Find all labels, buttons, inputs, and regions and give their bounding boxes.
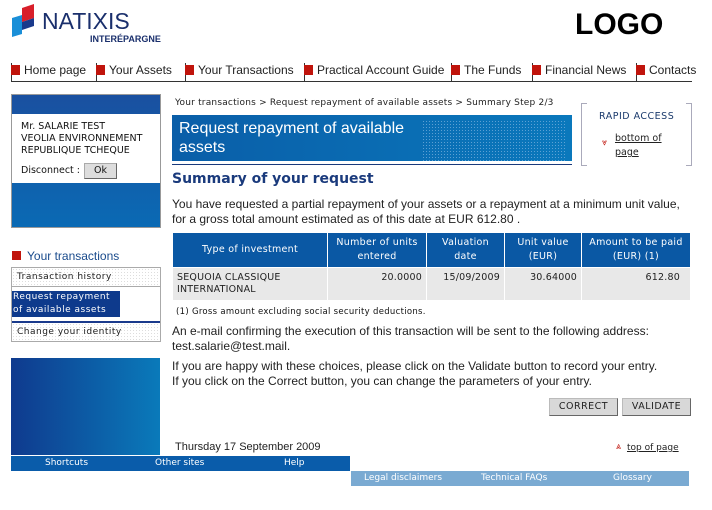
footer-link-shortcuts[interactable]: Shortcuts bbox=[45, 458, 88, 468]
sidebar-item-transaction-history[interactable]: Transaction history bbox=[12, 268, 160, 287]
nav-bullet-icon bbox=[11, 65, 20, 75]
correct-button[interactable]: CORRECT bbox=[549, 398, 618, 416]
sidebar-heading: Your transactions bbox=[12, 249, 119, 263]
banner-pattern bbox=[422, 120, 567, 161]
sidebar-item-change-identity[interactable]: Change your identity bbox=[12, 323, 160, 341]
brand-text: NATIXIS bbox=[42, 8, 130, 34]
footnote: (1) Gross amount excluding social securi… bbox=[176, 307, 426, 317]
email-line: An e-mail confirming the execution of th… bbox=[172, 324, 649, 338]
main-nav: Home page Your Assets Your Transactions … bbox=[11, 62, 696, 82]
nav-bullet-icon bbox=[636, 65, 645, 75]
nav-your-assets[interactable]: Your Assets bbox=[96, 63, 172, 82]
email-text: An e-mail confirming the execution of th… bbox=[172, 324, 649, 354]
footer-secondary: Legal disclaimers Technical FAQs Glossar… bbox=[351, 471, 689, 486]
column-header: Unit value (EUR) bbox=[504, 233, 582, 268]
sidebar-item-request-repayment[interactable]: Request repayment of available assets bbox=[12, 287, 160, 323]
chevron-up-icon: ⩓ bbox=[616, 442, 622, 452]
nav-bullet-icon bbox=[451, 65, 460, 75]
nav-contacts[interactable]: Contacts bbox=[636, 63, 696, 82]
sidebar-heading-text: Your transactions bbox=[27, 249, 120, 263]
intro-line: for a gross total amount estimated as of… bbox=[172, 212, 521, 226]
nav-financial-news[interactable]: Financial News bbox=[532, 63, 626, 82]
validate-button[interactable]: VALIDATE bbox=[622, 398, 691, 416]
nav-bullet-icon bbox=[185, 65, 194, 75]
nav-bullet-icon bbox=[96, 65, 105, 75]
nav-label: Your Assets bbox=[109, 63, 172, 77]
nav-bullet-icon bbox=[532, 65, 541, 75]
footer-link-glossary[interactable]: Glossary bbox=[613, 473, 652, 483]
user-company: VEOLIA ENVIRONNEMENT bbox=[21, 133, 143, 144]
brand-sub-text: INTERÉPARGNE bbox=[90, 34, 161, 44]
column-header: Amount to be paid (EUR) (1) bbox=[581, 233, 691, 268]
user-country: REPUBLIQUE TCHEQUE bbox=[21, 145, 130, 156]
chevron-down-icon: ⩔ bbox=[602, 138, 608, 148]
nav-label: Contacts bbox=[649, 63, 697, 77]
intro-line: You have requested a partial repayment o… bbox=[172, 197, 680, 211]
nav-label: Your Transactions bbox=[198, 63, 294, 77]
sidebar-menu: Transaction history Request repayment of… bbox=[11, 267, 161, 342]
nav-label: Practical Account Guide bbox=[317, 63, 445, 77]
divider bbox=[172, 164, 572, 165]
table-header-row: Type of investment Number of units enter… bbox=[172, 233, 691, 268]
footer-link-legal[interactable]: Legal disclaimers bbox=[364, 473, 442, 483]
footer-link-other-sites[interactable]: Other sites bbox=[155, 458, 204, 468]
page-title: Request repayment of available assets bbox=[179, 120, 405, 156]
valuation-date-cell: 15/09/2009 bbox=[426, 266, 505, 301]
summary-heading: Summary of your request bbox=[172, 171, 374, 187]
column-header: Valuation date bbox=[426, 233, 505, 268]
nav-the-funds[interactable]: The Funds bbox=[451, 63, 521, 82]
instructions-text: If you are happy with these choices, ple… bbox=[172, 359, 657, 389]
nav-label: Financial News bbox=[545, 63, 627, 77]
nav-bullet-icon bbox=[304, 65, 313, 75]
instruction-line: If you are happy with these choices, ple… bbox=[172, 359, 658, 373]
table-row: SEQUOIA CLASSIQUE INTERNATIONAL 20.0000 … bbox=[172, 266, 691, 301]
disconnect-label: Disconnect : bbox=[21, 165, 80, 176]
current-date: Thursday 17 September 2009 bbox=[175, 441, 321, 453]
investment-type-cell: SEQUOIA CLASSIQUE INTERNATIONAL bbox=[172, 266, 328, 301]
bullet-icon bbox=[12, 251, 21, 260]
intro-text: You have requested a partial repayment o… bbox=[172, 197, 680, 227]
amount-cell: 612.80 bbox=[581, 266, 691, 301]
sidebar-decoration bbox=[11, 358, 160, 455]
breadcrumb: Your transactions > Request repayment of… bbox=[175, 98, 554, 108]
user-info: Mr. SALARIE TEST VEOLIA ENVIRONNEMENT RE… bbox=[12, 114, 160, 183]
nav-label: The Funds bbox=[464, 63, 522, 77]
column-header: Type of investment bbox=[172, 233, 328, 268]
client-logo: LOGO bbox=[575, 8, 664, 41]
footer-link-help[interactable]: Help bbox=[284, 458, 305, 468]
column-header: Number of units entered bbox=[327, 233, 427, 268]
nav-home[interactable]: Home page bbox=[11, 63, 86, 82]
sidebar-item-label: Request repayment of available assets bbox=[12, 291, 120, 317]
user-name: Mr. SALARIE TEST bbox=[21, 121, 106, 132]
nav-label: Home page bbox=[24, 63, 87, 77]
disconnect-ok-button[interactable]: Ok bbox=[84, 163, 117, 179]
footer-link-faqs[interactable]: Technical FAQs bbox=[481, 473, 547, 483]
page-title-banner: Request repayment of available assets bbox=[172, 115, 572, 161]
unit-value-cell: 30.64000 bbox=[504, 266, 582, 301]
rapid-access-title: RAPID ACCESS bbox=[599, 111, 675, 122]
nav-your-transactions[interactable]: Your Transactions bbox=[185, 63, 294, 82]
nav-practical-guide[interactable]: Practical Account Guide bbox=[304, 63, 444, 82]
summary-table: Type of investment Number of units enter… bbox=[172, 233, 691, 301]
natixis-logo: NATIXIS INTERÉPARGNE bbox=[12, 4, 161, 44]
bottom-of-page-link[interactable]: bottom of page bbox=[615, 132, 675, 160]
top-of-page-link[interactable]: top of page bbox=[627, 443, 679, 453]
units-cell: 20.0000 bbox=[327, 266, 427, 301]
footer-primary: Shortcuts Other sites Help bbox=[11, 456, 350, 471]
email-address: test.salarie@test.mail. bbox=[172, 339, 291, 353]
instruction-line: If you click on the Correct button, you … bbox=[172, 374, 592, 388]
